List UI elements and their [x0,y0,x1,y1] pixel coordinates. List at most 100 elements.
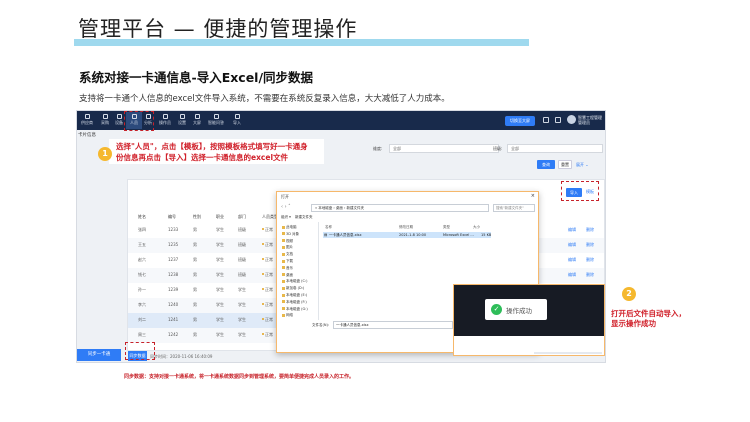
nav-back-icon[interactable]: ‹ › ˄ [281,204,291,210]
step-1-badge: 1 [98,147,112,161]
cell-type: 正常 [262,227,273,233]
column-name[interactable]: 名称 [325,225,332,230]
purchase-icon [102,114,108,119]
row-action-delete[interactable]: 删除 [586,257,594,263]
cell-name: 李六 [138,302,146,307]
nav-item-qa[interactable]: 智能问答 [205,112,227,129]
filename-input[interactable]: 一卡通人员信息.xlsx [333,321,453,329]
dialog-sidebar-item[interactable]: 新加卷 (D:) [282,286,304,291]
dialog-sidebar-item[interactable]: 3D 对象 [282,232,299,237]
reset-button[interactable]: 重置 [558,160,572,169]
cell-job: 学生 [216,242,224,247]
settings-icon [179,114,185,119]
sync-time-text: 同步时间：2020-11-06 16:40:09 [150,354,213,359]
cell-id: 1241 [168,317,179,322]
organize-menu[interactable]: 组织 ▾ [281,215,291,220]
dialog-sidebar-item[interactable]: 文档 [282,252,293,257]
dialog-sidebar-item[interactable]: 此电脑 [282,225,297,230]
cell-id: 1237 [168,257,179,262]
step-2-text-line1: 打开后文件自动导入， [611,309,686,318]
supplier-icon [84,114,90,119]
cell-name: 孙一 [138,287,146,292]
row-action-delete[interactable]: 删除 [586,242,594,248]
success-toast: ✓ 操作成功 [485,299,547,320]
row-action-edit[interactable]: 编辑 [568,242,576,248]
dialog-path-bar[interactable]: « 本地磁盘 › 桌面 › 新建文件夹 [311,204,489,212]
dialog-sidebar-item[interactable]: 网络 [282,313,293,318]
file-name: 一卡通人员信息.xlsx [329,232,362,237]
nav-label: 智能问答 [208,120,224,125]
notification-icon[interactable] [555,117,561,123]
expand-link[interactable]: 展开 ⌄ [576,162,589,168]
nav-item-screen[interactable]: 大屏 [189,112,205,129]
footer-note: 同步数据：支持对接一卡通系统，将一卡通系统数据同步到管理系统，要简单便捷完成人员… [124,374,355,380]
step-2-text-line2: 显示操作成功 [611,319,656,328]
row-action-delete[interactable]: 删除 [586,272,594,278]
switch-screen-button[interactable]: 切换至大屏 [505,116,535,126]
row-action-delete[interactable]: 删除 [586,227,594,233]
file-row-selected[interactable]: ▤ 一卡通人员信息.xlsx 2021-1-8 10:00 Microsoft … [323,232,491,238]
new-folder-button[interactable]: 新建文件夹 [295,215,313,220]
column-date[interactable]: 修改日期 [399,225,413,230]
filter-select-dimension[interactable]: 全部 [389,144,499,153]
nav-item-supplier[interactable]: 供应商 [79,112,95,129]
dialog-sidebar-item[interactable]: 本地磁盘 (G:) [282,307,308,312]
cell-sex: 男 [193,287,197,292]
cell-sex: 男 [193,332,197,337]
row-action-edit[interactable]: 编辑 [568,227,576,233]
sync-card-button[interactable]: 同步一卡通 [77,349,121,361]
cell-id: 1239 [168,287,179,292]
table-header-sex: 性别 [193,214,201,219]
cell-type: 正常 [262,332,273,338]
cell-job: 学生 [216,227,224,232]
cell-name: 钱七 [138,272,146,277]
row-action-edit[interactable]: 编辑 [568,272,576,278]
nav-label: 供应商 [81,120,93,125]
user-role: 管理员 [578,120,590,125]
cell-job: 学生 [216,332,224,337]
dialog-sidebar-item[interactable]: 下载 [282,259,293,264]
chevron-down-icon: ⌄ [585,162,589,167]
step-1-text-line2: 份信息再点击【导入】选择一卡通信息的excel文件 [116,153,289,162]
cell-dept: 班级 [238,242,246,247]
column-size[interactable]: 大小 [473,225,480,230]
dialog-sidebar-item[interactable]: 本地磁盘 (E:) [282,293,307,298]
nav-item-import[interactable]: 导入 [229,112,245,129]
dialog-sidebar: 此电脑 3D 对象视频 图片文档下载音乐桌面 本地磁盘 (C:) 新加卷 (D:) 本地磁… [279,222,319,320]
cell-name: 张四 [138,227,146,232]
fullscreen-icon[interactable] [543,117,549,123]
cell-name: 王五 [138,242,146,247]
cell-name: 刘二 [138,317,146,322]
table-header-dept: 部门 [238,214,246,219]
nav-item-settings[interactable]: 设置 [174,112,190,129]
file-size: 15 KB [481,232,492,237]
dialog-sidebar-item[interactable]: 本地磁盘 (C:) [282,279,307,284]
dialog-sidebar-item[interactable]: 桌面 [282,273,293,278]
cell-type: 正常 [262,287,273,293]
table-header-id: 编号 [168,214,176,219]
dialog-search-input[interactable]: 搜索"新建文件夹" [493,204,535,212]
cell-type: 正常 [262,272,273,278]
dialog-sidebar-item[interactable]: 音乐 [282,266,293,271]
step-2-badge: 2 [622,287,636,301]
nav-label: 采购 [101,120,109,125]
column-type[interactable]: 类型 [443,225,450,230]
query-button[interactable]: 查询 [537,160,555,169]
table-header-job: 职业 [216,214,224,219]
close-icon[interactable]: × [531,193,535,199]
cell-dept: 学生 [238,332,246,337]
cell-dept: 班级 [238,272,246,277]
cell-id: 1235 [168,242,179,247]
nav-item-operator[interactable]: 操作员 [156,112,174,129]
row-action-edit[interactable]: 编辑 [568,257,576,263]
cell-id: 1242 [168,332,179,337]
dialog-sidebar-item[interactable]: 视频 [282,239,293,244]
operator-icon [162,114,168,119]
dialog-sidebar-item[interactable]: 本地磁盘 (F:) [282,300,307,305]
highlight-sync-button [125,342,155,360]
dialog-sidebar-item[interactable]: 图片 [282,245,293,250]
cell-id: 1240 [168,302,179,307]
filter-select-class[interactable]: 全部 [507,144,603,153]
filter-label-class: 班级: [493,146,503,151]
avatar[interactable] [567,115,576,124]
